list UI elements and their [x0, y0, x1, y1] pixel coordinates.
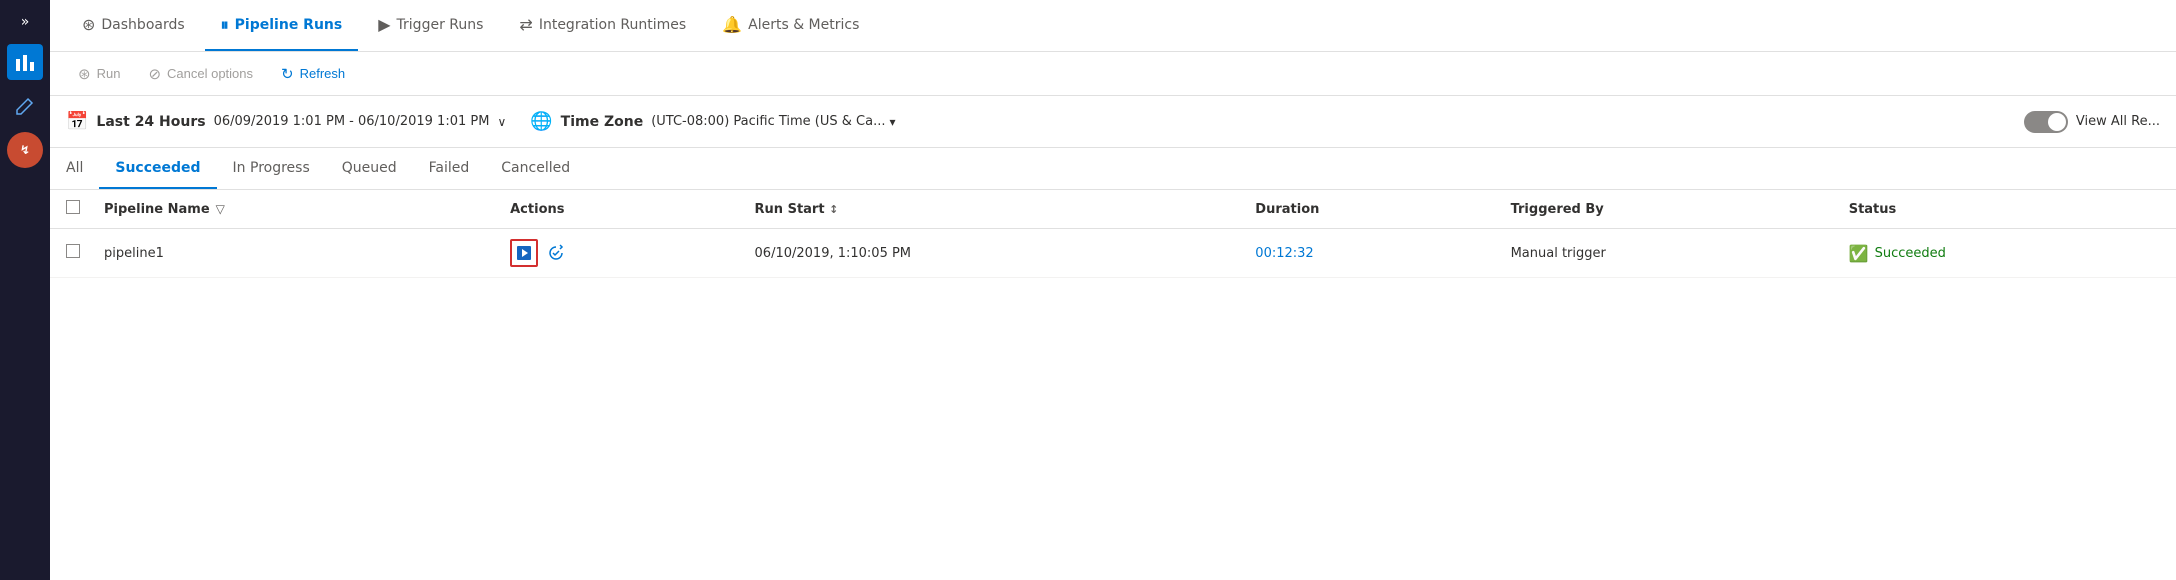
toggle-thumb: [2048, 113, 2066, 131]
pipeline-filter-icon[interactable]: ▽: [216, 202, 225, 216]
tab-pipeline-runs[interactable]: ⏸ Pipeline Runs: [205, 0, 359, 51]
toggle-track[interactable]: [2024, 111, 2068, 133]
sidebar-icon-pencil[interactable]: [7, 88, 43, 124]
actions-cell: [494, 229, 738, 278]
timezone-label: Time Zone: [561, 114, 644, 130]
status-tab-failed[interactable]: Failed: [413, 148, 486, 189]
run-start-cell: 06/10/2019, 1:10:05 PM: [739, 229, 1240, 278]
rerun-action-button[interactable]: [542, 239, 570, 267]
tab-integration-runtimes[interactable]: ⇄ Integration Runtimes: [503, 0, 702, 51]
run-action-button[interactable]: [510, 239, 538, 267]
time-preset-label: Last 24 Hours: [96, 114, 205, 130]
tab-dashboards[interactable]: ⊛ Dashboards: [66, 0, 201, 51]
status-tabs: All Succeeded In Progress Queued Failed …: [50, 148, 2176, 190]
tab-alerts-metrics[interactable]: 🔔 Alerts & Metrics: [706, 0, 875, 51]
row-checkbox[interactable]: [66, 244, 80, 258]
trigger-runs-icon: ▶: [378, 15, 390, 34]
dashboards-icon: ⊛: [82, 15, 95, 34]
time-range-value: 06/09/2019 1:01 PM - 06/10/2019 1:01 PM: [214, 114, 490, 129]
status-tab-cancelled[interactable]: Cancelled: [485, 148, 586, 189]
status-tab-succeeded[interactable]: Succeeded: [99, 148, 216, 189]
filter-bar: 📅 Last 24 Hours 06/09/2019 1:01 PM - 06/…: [50, 96, 2176, 148]
table-header-row: Pipeline Name ▽ Actions Run Start ↕ Dura…: [50, 190, 2176, 229]
time-filter[interactable]: 📅 Last 24 Hours 06/09/2019 1:01 PM - 06/…: [66, 111, 506, 132]
pipeline-runs-icon: ⏸: [221, 15, 229, 35]
timezone-chevron-icon: ▾: [889, 115, 895, 129]
run-icon: ⊛: [78, 65, 91, 83]
timezone-value: (UTC-08:00) Pacific Time (US & Ca...: [651, 114, 885, 129]
table-row: pipeline1: [50, 229, 2176, 278]
refresh-icon: ↻: [281, 65, 294, 83]
status-tab-all[interactable]: All: [66, 148, 99, 189]
sidebar-icon-chart[interactable]: [7, 44, 43, 80]
alerts-metrics-icon: 🔔: [722, 15, 742, 34]
cancel-icon: ⊘: [148, 65, 161, 83]
status-tab-queued[interactable]: Queued: [326, 148, 413, 189]
pipeline-name-cell: pipeline1: [88, 229, 494, 278]
row-select-cell[interactable]: [50, 229, 88, 278]
run-start-sort-icon: ↕: [829, 203, 838, 216]
status-header: Status: [1833, 190, 2176, 229]
succeeded-icon: ✅: [1849, 244, 1869, 263]
timezone-select[interactable]: (UTC-08:00) Pacific Time (US & Ca... ▾: [651, 114, 895, 129]
triggered-by-cell: Manual trigger: [1495, 229, 1833, 278]
toolbar: ⊛ Run ⊘ Cancel options ↻ Refresh: [50, 52, 2176, 96]
top-nav-tabs: ⊛ Dashboards ⏸ Pipeline Runs ▶ Trigger R…: [50, 0, 2176, 52]
time-chevron-icon: ∨: [497, 115, 506, 129]
run-button[interactable]: ⊛ Run: [66, 61, 132, 87]
globe-icon: 🌐: [530, 111, 552, 132]
pipeline-name-header: Pipeline Name ▽: [88, 190, 494, 229]
calendar-icon: 📅: [66, 111, 88, 132]
main-content: ⊛ Dashboards ⏸ Pipeline Runs ▶ Trigger R…: [50, 0, 2176, 580]
pipeline-runs-table: Pipeline Name ▽ Actions Run Start ↕ Dura…: [50, 190, 2176, 580]
duration-cell: 00:12:32: [1239, 229, 1494, 278]
view-all-label: View All Re...: [2076, 114, 2160, 129]
cancel-options-button[interactable]: ⊘ Cancel options: [136, 61, 265, 87]
sidebar-icon-adf[interactable]: ↯: [7, 132, 43, 168]
status-tab-in-progress[interactable]: In Progress: [217, 148, 326, 189]
tab-trigger-runs[interactable]: ▶ Trigger Runs: [362, 0, 499, 51]
run-start-header[interactable]: Run Start ↕: [739, 190, 1240, 229]
status-cell: ✅ Succeeded: [1833, 229, 2176, 278]
triggered-by-header: Triggered By: [1495, 190, 1833, 229]
integration-runtimes-icon: ⇄: [519, 15, 532, 34]
actions-header: Actions: [494, 190, 738, 229]
refresh-button[interactable]: ↻ Refresh: [269, 61, 357, 87]
duration-header: Duration: [1239, 190, 1494, 229]
sidebar-expand-icon[interactable]: »: [15, 8, 36, 36]
sidebar: » ↯: [0, 0, 50, 580]
select-all-header[interactable]: [50, 190, 88, 229]
view-all-toggle[interactable]: View All Re...: [2024, 111, 2160, 133]
select-all-checkbox[interactable]: [66, 200, 80, 214]
timezone-filter: 🌐 Time Zone (UTC-08:00) Pacific Time (US…: [530, 111, 895, 132]
